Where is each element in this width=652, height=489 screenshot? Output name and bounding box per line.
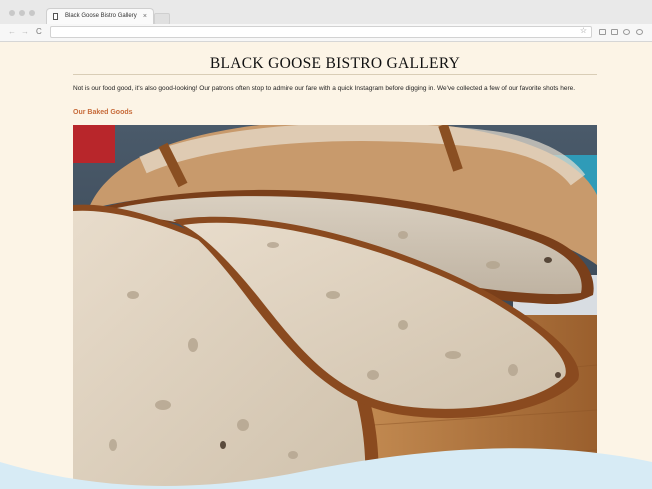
maximize-window-icon[interactable] [29, 10, 35, 16]
close-window-icon[interactable] [9, 10, 15, 16]
extension-icon[interactable] [599, 29, 606, 35]
section-heading-baked-goods: Our Baked Goods [73, 109, 133, 116]
reload-button[interactable]: C [36, 27, 42, 37]
address-bar[interactable]: ☆ [50, 26, 592, 38]
document-icon [53, 13, 58, 20]
tab-close-icon[interactable]: × [143, 9, 147, 24]
tab-bar: Black Goose Bistro Gallery × [0, 0, 652, 25]
page-title: BLACK GOOSE BISTRO GALLERY [209, 55, 461, 72]
menu-icon[interactable] [636, 29, 643, 35]
forward-button[interactable]: → [21, 27, 29, 37]
profile-icon[interactable] [623, 29, 630, 35]
browser-toolbar: ← → C ☆ [0, 24, 652, 42]
title-divider [73, 74, 597, 75]
minimize-window-icon[interactable] [19, 10, 25, 16]
tab-gallery[interactable]: Black Goose Bistro Gallery × [46, 8, 154, 24]
reader-icon[interactable] [611, 29, 618, 35]
decorative-wave [0, 448, 652, 489]
bookmark-star-icon[interactable]: ☆ [580, 26, 587, 35]
intro-paragraph: Not is our food good, it's also good-loo… [73, 85, 576, 92]
browser-window: Black Goose Bistro Gallery × ← → C ☆ BLA… [0, 0, 652, 489]
tab-title: Black Goose Bistro Gallery [65, 13, 137, 19]
back-button[interactable]: ← [8, 27, 16, 37]
